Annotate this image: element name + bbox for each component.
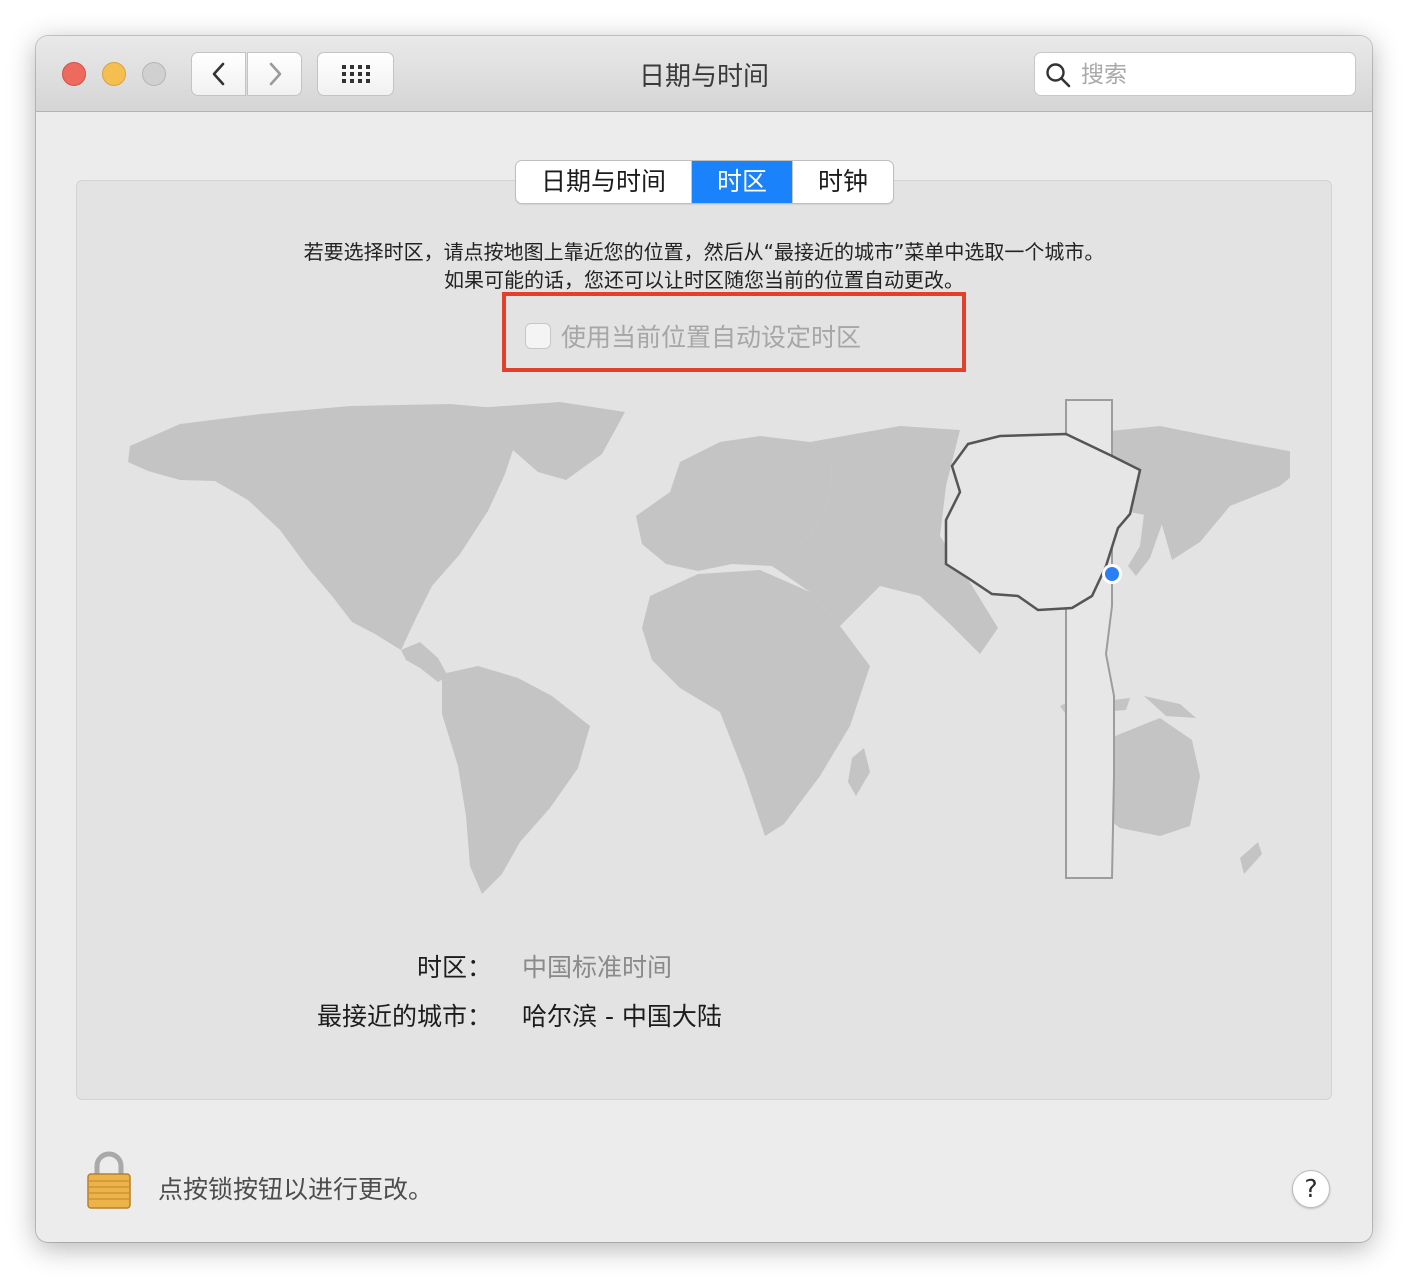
- closest-city-label: 最接近的城市：: [316, 1002, 492, 1031]
- instruction-text-line1: 若要选择时区，请点按地图上靠近您的位置，然后从“最接近的城市”菜单中选取一个城市…: [303, 240, 1105, 264]
- tab-date-time[interactable]: 日期与时间: [516, 161, 693, 203]
- map-madagascar: [848, 748, 870, 796]
- map-central-america: [401, 642, 448, 682]
- timezone-label: 时区：: [416, 953, 492, 982]
- map-japan: [1128, 506, 1162, 576]
- checkbox-box[interactable]: [525, 323, 551, 349]
- search-icon: [1046, 63, 1071, 88]
- search-input[interactable]: [1079, 59, 1343, 91]
- preferences-window: 日期与时间 日期与时间 时区 时钟 若要选择时区，请点按地图上靠近您的位置，然后…: [36, 36, 1372, 1242]
- auto-timezone-label: 使用当前位置自动设定时区: [561, 323, 862, 352]
- lock-icon[interactable]: [84, 1150, 134, 1210]
- help-button[interactable]: ?: [1292, 1170, 1330, 1208]
- tab-bar: 日期与时间 时区 时钟: [515, 160, 895, 204]
- closest-city-value: 哈尔滨 - 中国大陆: [522, 1002, 722, 1031]
- map-north-america: [128, 404, 530, 650]
- tab-time-zone[interactable]: 时区: [692, 161, 794, 203]
- auto-timezone-checkbox[interactable]: 使用当前位置自动设定时区: [525, 318, 861, 354]
- world-map[interactable]: [120, 396, 1290, 896]
- timezone-value: 中国标准时间: [522, 953, 673, 982]
- lock-hint-text: 点按锁按钮以进行更改。: [158, 1175, 434, 1204]
- search-field[interactable]: [1034, 52, 1356, 96]
- map-new-zealand: [1240, 842, 1262, 874]
- map-south-america: [442, 666, 590, 894]
- instruction-text-line2: 如果可能的话，您还可以让时区随您当前的位置自动更改。: [444, 268, 964, 292]
- selected-location-marker: [1102, 564, 1122, 584]
- tab-clock[interactable]: 时钟: [793, 161, 893, 203]
- title-bar: 日期与时间: [36, 36, 1372, 112]
